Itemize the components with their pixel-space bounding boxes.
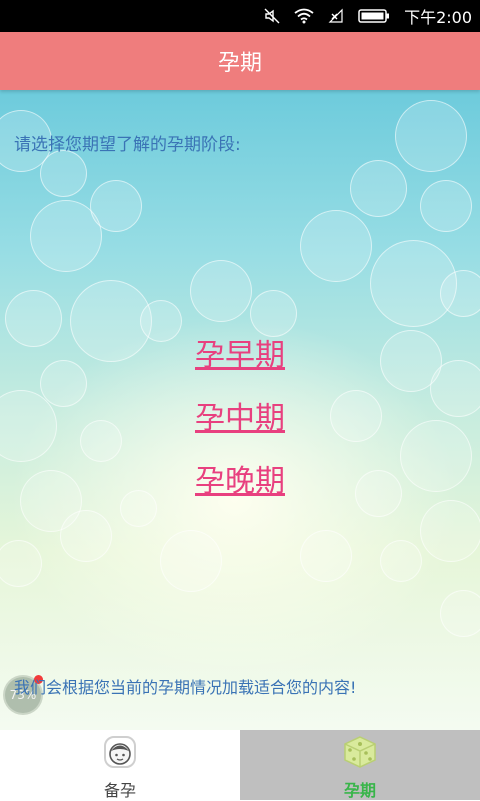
bottom-tab-bar: 备孕 孕期: [0, 730, 480, 800]
tab-pregnancy[interactable]: 孕期: [240, 730, 480, 800]
stage-link-middle[interactable]: 孕中期: [0, 393, 480, 437]
status-bar: 下午2:00: [0, 0, 480, 32]
no-signal-icon: [328, 8, 344, 24]
battery-icon: [358, 8, 390, 24]
page-title: 孕期: [217, 51, 262, 76]
baby-face-icon: [103, 735, 137, 773]
mute-icon: [264, 8, 280, 24]
tab-pre-pregnancy-label: 备孕: [103, 781, 136, 800]
stage-selection-panel: 请选择您期望了解的孕期阶段: 孕早期 孕中期 孕晚期 73% 我们会根据您当前的…: [0, 90, 480, 730]
tab-pre-pregnancy[interactable]: 备孕: [0, 730, 240, 800]
stage-link-early[interactable]: 孕早期: [0, 330, 480, 374]
wifi-icon: [294, 8, 314, 24]
content-note: 我们会根据您当前的孕期情况加载适合您的内容!: [14, 678, 357, 697]
status-time: 下午2:00: [404, 8, 472, 27]
stage-link-late[interactable]: 孕晚期: [0, 456, 480, 500]
tab-pregnancy-label: 孕期: [343, 781, 376, 800]
title-bar: 孕期: [0, 32, 480, 90]
stage-prompt: 请选择您期望了解的孕期阶段:: [14, 135, 241, 155]
dice-icon: [341, 735, 379, 773]
